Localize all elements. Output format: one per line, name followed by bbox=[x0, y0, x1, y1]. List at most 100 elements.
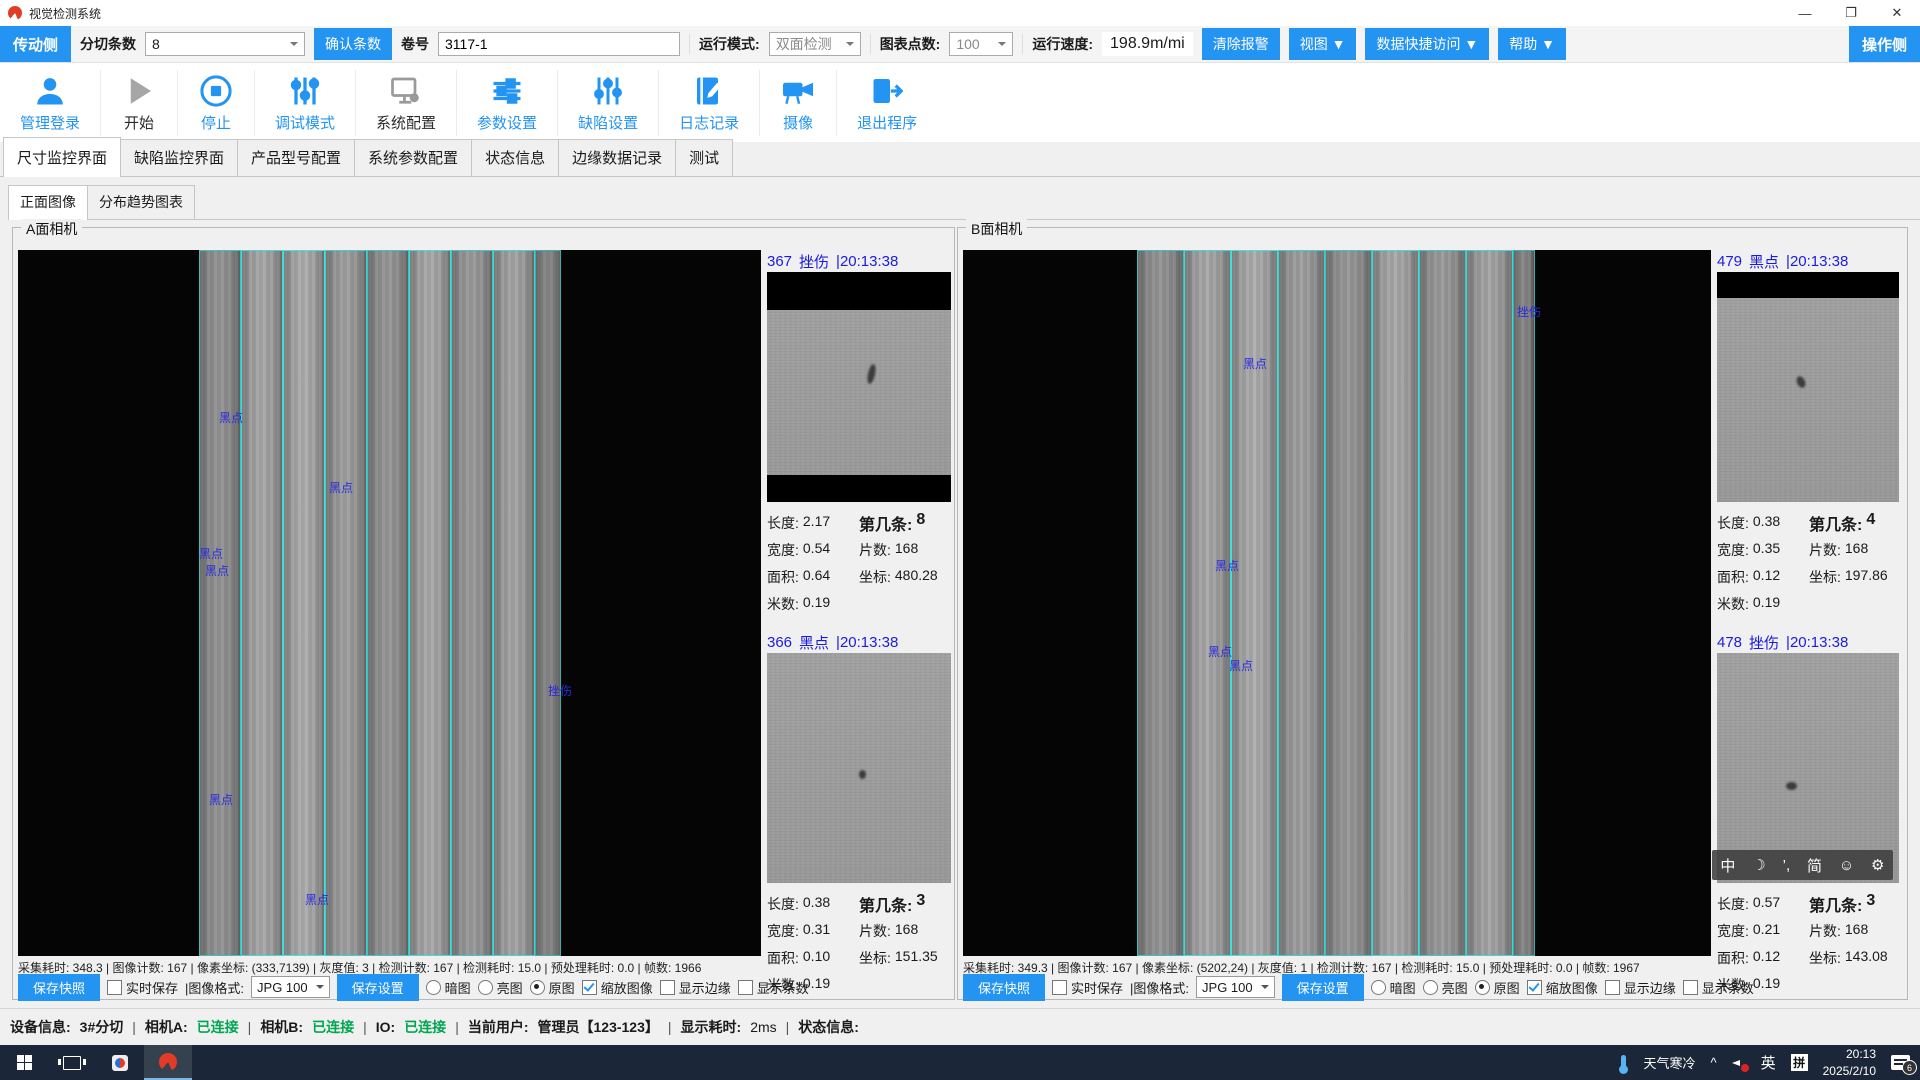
ime-indicator[interactable]: 拼 bbox=[1791, 1054, 1808, 1071]
defect-label: 黑点 bbox=[209, 791, 233, 808]
defect-label: 黑点 bbox=[205, 562, 229, 579]
drive-side-button[interactable]: 传动侧 bbox=[0, 26, 71, 62]
camera-b-group-title: B面相机 bbox=[966, 219, 1027, 239]
defect-type: 挫伤 bbox=[1749, 632, 1779, 653]
start-button[interactable] bbox=[0, 1045, 48, 1080]
defect-meter: 0.19 bbox=[1753, 594, 1780, 614]
chart-points-dropdown[interactable]: 100 bbox=[949, 32, 1013, 56]
parameter-settings-button[interactable]: 参数设置 bbox=[456, 70, 557, 136]
tab-defect-monitor[interactable]: 缺陷监控界面 bbox=[120, 139, 238, 176]
system-tray: 天气寒冷 ^ 英 拼 20:13 2025/2/10 6 bbox=[1621, 1046, 1920, 1078]
capture-button[interactable]: 摄像 bbox=[759, 70, 836, 136]
run-mode-dropdown[interactable]: 双面检测 bbox=[769, 32, 861, 56]
material-strip bbox=[1466, 250, 1513, 956]
operator-side-button[interactable]: 操作侧 bbox=[1849, 26, 1920, 62]
language-indicator[interactable]: 英 bbox=[1761, 1052, 1776, 1073]
defect-piece: 168 bbox=[1845, 540, 1868, 560]
weather-text[interactable]: 天气寒冷 bbox=[1643, 1053, 1695, 1072]
defect-card-header: 366 黑点 |20:13:38 bbox=[767, 631, 951, 653]
speaker-muted-icon[interactable] bbox=[1732, 1057, 1746, 1069]
vision-app-icon bbox=[159, 1053, 177, 1071]
defect-label: 黑点 bbox=[1229, 657, 1253, 674]
tab-system-param-config[interactable]: 系统参数配置 bbox=[354, 139, 472, 176]
tab-front-image[interactable]: 正面图像 bbox=[8, 185, 88, 219]
stop-button[interactable]: 停止 bbox=[177, 70, 254, 136]
admin-login-button[interactable]: 管理登录 bbox=[0, 70, 100, 136]
taskbar-app-button[interactable] bbox=[96, 1045, 144, 1080]
bright-image-radio[interactable] bbox=[478, 980, 493, 995]
image-format-dropdown[interactable]: JPG 100 bbox=[251, 976, 330, 998]
clear-alarm-button[interactable]: 清除报警 bbox=[1202, 28, 1280, 60]
slit-count-dropdown[interactable]: 8 bbox=[145, 32, 305, 56]
clock[interactable]: 20:13 2025/2/10 bbox=[1823, 1046, 1876, 1078]
confirm-count-button[interactable]: 确认条数 bbox=[314, 28, 392, 60]
realtime-save-checkbox[interactable] bbox=[107, 980, 122, 995]
defect-strip-no: 4 bbox=[1866, 511, 1875, 535]
show-strip-count-checkbox[interactable] bbox=[1683, 980, 1698, 995]
ime-settings-button[interactable]: ⚙ bbox=[1871, 856, 1884, 874]
task-view-button[interactable] bbox=[48, 1045, 96, 1080]
original-image-radio[interactable] bbox=[1475, 980, 1490, 995]
save-snapshot-button[interactable]: 保存快照 bbox=[963, 974, 1045, 1001]
save-snapshot-button[interactable]: 保存快照 bbox=[18, 974, 100, 1001]
show-edge-checkbox[interactable] bbox=[1605, 980, 1620, 995]
ime-mode-button[interactable]: 中 bbox=[1720, 855, 1735, 876]
clock-time: 20:13 bbox=[1846, 1047, 1876, 1061]
weather-thermometer-icon[interactable] bbox=[1621, 1055, 1626, 1070]
defect-area: 0.64 bbox=[803, 567, 830, 587]
dark-image-radio[interactable] bbox=[1371, 980, 1386, 995]
dark-image-radio[interactable] bbox=[426, 980, 441, 995]
run-mode-value: 双面检测 bbox=[776, 34, 832, 54]
save-settings-button[interactable]: 保存设置 bbox=[1282, 974, 1364, 1001]
log-record-button[interactable]: 日志记录 bbox=[658, 70, 759, 136]
image-format-dropdown[interactable]: JPG 100 bbox=[1196, 976, 1275, 998]
defect-thumbnail bbox=[767, 272, 951, 502]
camera-b-image: 挫伤 黑点 黑点 黑点 黑点 bbox=[963, 250, 1711, 956]
notification-center-icon[interactable]: 6 bbox=[1891, 1055, 1910, 1070]
tab-edge-data-record[interactable]: 边缘数据记录 bbox=[558, 139, 676, 176]
play-icon bbox=[121, 73, 157, 109]
tab-product-model-config[interactable]: 产品型号配置 bbox=[237, 139, 355, 176]
ime-punctuation-button[interactable]: ’, bbox=[1783, 857, 1791, 874]
view-menu-button[interactable]: 视图 ▼ bbox=[1289, 28, 1357, 60]
show-edge-checkbox[interactable] bbox=[660, 980, 675, 995]
display-time-value: 2ms bbox=[750, 1019, 776, 1035]
save-settings-button[interactable]: 保存设置 bbox=[337, 974, 419, 1001]
image-format-label: |图像格式: bbox=[185, 978, 244, 997]
material-strip bbox=[1278, 250, 1325, 956]
zoom-image-checkbox[interactable] bbox=[582, 980, 597, 995]
original-image-radio[interactable] bbox=[530, 980, 545, 995]
tab-status-info[interactable]: 状态信息 bbox=[471, 139, 559, 176]
start-button[interactable]: 开始 bbox=[100, 70, 177, 136]
realtime-save-checkbox[interactable] bbox=[1052, 980, 1067, 995]
defect-piece: 168 bbox=[895, 540, 918, 560]
show-strip-count-checkbox[interactable] bbox=[738, 980, 753, 995]
tab-test[interactable]: 测试 bbox=[675, 139, 733, 176]
maximize-button[interactable]: ❐ bbox=[1828, 0, 1874, 26]
tab-distribution-trend-chart[interactable]: 分布趋势图表 bbox=[87, 185, 195, 219]
material-strip bbox=[493, 250, 535, 956]
sub-tab-bar: 正面图像 分布趋势图表 bbox=[8, 189, 1920, 220]
tray-expand-button[interactable]: ^ bbox=[1710, 1055, 1716, 1070]
data-quick-access-menu-button[interactable]: 数据快捷访问 ▼ bbox=[1365, 28, 1489, 60]
run-mode-label: 运行模式: bbox=[699, 34, 760, 54]
help-menu-button[interactable]: 帮助 ▼ bbox=[1498, 28, 1566, 60]
minimize-button[interactable]: — bbox=[1782, 0, 1828, 26]
system-config-button[interactable]: 系统配置 bbox=[355, 70, 456, 136]
taskbar-active-app-button[interactable] bbox=[144, 1045, 192, 1080]
bright-image-radio[interactable] bbox=[1423, 980, 1438, 995]
debug-mode-button[interactable]: 调试模式 bbox=[254, 70, 355, 136]
defect-settings-button[interactable]: 缺陷设置 bbox=[557, 70, 658, 136]
roll-number-input[interactable] bbox=[438, 32, 680, 56]
defect-piece: 168 bbox=[895, 921, 918, 941]
zoom-image-checkbox[interactable] bbox=[1527, 980, 1542, 995]
exit-program-button[interactable]: 退出程序 bbox=[836, 70, 937, 136]
tab-size-monitor[interactable]: 尺寸监控界面 bbox=[3, 137, 121, 176]
ime-emoji-button[interactable]: ☺ bbox=[1839, 857, 1854, 874]
roll-number-label: 卷号 bbox=[401, 34, 429, 54]
window-controls: — ❐ ✕ bbox=[1782, 0, 1920, 26]
defect-width: 0.54 bbox=[803, 540, 830, 560]
ime-fullwidth-button[interactable]: ☽ bbox=[1752, 856, 1765, 874]
ime-simplified-button[interactable]: 简 bbox=[1807, 855, 1822, 876]
close-button[interactable]: ✕ bbox=[1874, 0, 1920, 26]
